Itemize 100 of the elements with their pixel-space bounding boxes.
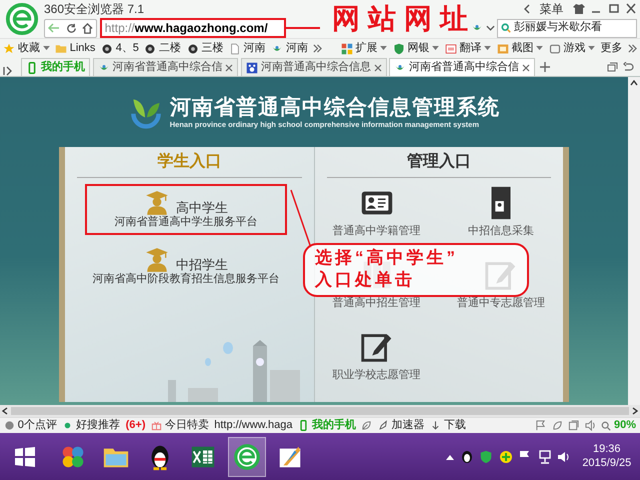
shield-icon <box>392 42 404 54</box>
vertical-scrollbar[interactable] <box>628 77 640 405</box>
browser-logo-icon <box>232 442 260 470</box>
bookmark-item[interactable]: Links <box>55 42 96 56</box>
window-title: 360安全浏览器 7.1 <box>44 2 144 16</box>
chevrons-icon[interactable] <box>628 44 637 53</box>
speaker-icon[interactable] <box>557 450 572 464</box>
folder-icon <box>55 42 67 54</box>
page-icon <box>228 42 241 54</box>
plus-circle-icon[interactable] <box>498 450 513 464</box>
search-icon <box>601 420 612 430</box>
toolbar-item[interactable]: 游戏 <box>548 42 595 56</box>
browser-tab[interactable]: 河南省普通高中综合信 <box>92 58 238 76</box>
scrollbar-thumb[interactable] <box>10 407 630 415</box>
download-icon <box>430 420 442 431</box>
tray-expand-icon[interactable] <box>446 454 454 460</box>
bookmark-item[interactable]: 河南 <box>228 42 266 56</box>
phone-icon <box>26 62 38 74</box>
lens-icon <box>100 42 113 54</box>
entry-title: 中招学生 <box>176 257 228 272</box>
rounded-frame-icon <box>548 42 560 54</box>
circle-icon <box>4 420 15 431</box>
chevron-left-icon[interactable] <box>524 4 530 14</box>
toolbar-item[interactable]: 截图 <box>496 42 543 56</box>
status-bar-item[interactable]: 加速器 <box>378 418 425 432</box>
rocket-icon <box>378 420 389 431</box>
caret-icon[interactable] <box>380 46 387 51</box>
caret-icon[interactable] <box>432 46 439 51</box>
scroll-left-icon[interactable] <box>2 407 8 415</box>
status-bar-item[interactable]: 0个点评 <box>4 418 57 432</box>
portal-entry[interactable]: 中招学生 河南省高中阶段教育招生信息服务平台 <box>85 240 287 292</box>
network-icon[interactable] <box>538 450 552 464</box>
grid-icon <box>340 42 352 54</box>
refresh-icon[interactable] <box>66 22 76 34</box>
taskbar-button[interactable] <box>228 436 266 476</box>
maximize-icon[interactable] <box>608 3 620 14</box>
scroll-up-icon[interactable] <box>630 80 638 86</box>
star-icon <box>3 42 15 54</box>
shield-icon[interactable] <box>479 450 494 464</box>
paw-icon <box>246 62 258 74</box>
lens-icon <box>144 42 156 54</box>
phone-icon <box>298 420 310 431</box>
address-field[interactable]: http://www.hagaozhong.com/ <box>100 18 286 38</box>
site-title: 河南省普通高中综合信息管理系统 <box>170 94 500 120</box>
caret-icon[interactable] <box>42 46 50 51</box>
toolbar-item[interactable]: 翻译 <box>444 42 491 56</box>
undo-icon[interactable] <box>623 62 634 72</box>
graduate-icon <box>144 190 170 216</box>
search-field[interactable]: 彭丽媛与米歇尔看 <box>497 18 638 38</box>
entry-subtitle: 河南省普通高中学生服务平台 <box>114 216 258 230</box>
restore-tabs-icon[interactable] <box>606 62 618 72</box>
sidebar-toggle-icon[interactable] <box>3 66 13 76</box>
tab-close-icon[interactable] <box>374 64 382 72</box>
bookmark-item[interactable]: 河南 <box>271 42 308 56</box>
admin-entry[interactable]: 职业学校志愿管理 <box>332 328 421 400</box>
entry-subtitle: 河南省高中阶段教育招生信息服务平台 <box>92 272 280 286</box>
browser-tab[interactable]: 河南省普通高中综合信 <box>389 58 535 76</box>
caret-down-icon[interactable] <box>486 25 494 31</box>
horizontal-scrollbar[interactable] <box>0 405 640 417</box>
callout-tooltip: 选择“高中学生” 入口处单击 <box>303 243 529 297</box>
status-bar-item[interactable]: 下载 <box>430 418 466 432</box>
graduate-icon <box>144 246 170 273</box>
portal-entry[interactable]: 高中学生 河南省普通高中学生服务平台 <box>85 184 287 236</box>
gift-icon <box>151 420 162 431</box>
home-icon[interactable] <box>82 22 93 34</box>
caret-icon[interactable] <box>484 46 491 51</box>
tile-icon <box>496 42 508 54</box>
windows-start-icon[interactable] <box>14 446 36 468</box>
toolbar-item[interactable]: 扩展 <box>340 42 387 56</box>
scroll-right-icon[interactable] <box>632 407 638 415</box>
bookmark-item[interactable]: 三楼 <box>186 42 224 56</box>
toolbar-item[interactable]: 更多 <box>600 42 622 56</box>
new-tab-icon[interactable] <box>540 62 550 72</box>
caret-icon[interactable] <box>588 46 595 51</box>
status-bar-item[interactable]: 今日特卖 <box>151 418 209 432</box>
tab-close-icon[interactable] <box>225 64 234 72</box>
chevrons-icon[interactable] <box>313 44 322 53</box>
bookmark-item[interactable]: 4、5 <box>100 42 139 56</box>
tab-close-icon[interactable] <box>522 64 530 72</box>
section-heading: 学生入口 <box>157 152 222 172</box>
shirt-icon[interactable] <box>572 3 585 14</box>
framed-box-icon <box>444 42 456 54</box>
annotation-text: 网站网址 <box>332 1 476 37</box>
menu-button[interactable]: 菜单 <box>535 2 568 16</box>
status-bar-item[interactable]: http://www.haga <box>214 418 293 432</box>
section-heading: 管理入口 <box>406 152 471 172</box>
bookmark-item[interactable]: 二楼 <box>144 42 182 56</box>
window-icon[interactable] <box>568 420 580 431</box>
browser-tab[interactable]: 河南普通高中综合信息 <box>241 58 386 76</box>
status-bar-item[interactable]: 好搜推荐 (6+) <box>62 418 146 432</box>
leaf-outline-icon[interactable] <box>552 420 563 431</box>
toolbar-item[interactable]: 网银 <box>392 42 439 56</box>
lens-icon <box>186 42 199 54</box>
close-icon[interactable] <box>625 3 638 14</box>
clock[interactable]: 19:36 2015/9/25 <box>582 443 632 470</box>
caret-icon[interactable] <box>536 46 543 51</box>
leaf-outline-icon[interactable] <box>361 420 372 431</box>
search-engine-icon <box>501 23 512 33</box>
entry-title: 高中学生 <box>176 200 228 216</box>
bookmark-item[interactable]: 收藏 <box>3 42 50 56</box>
